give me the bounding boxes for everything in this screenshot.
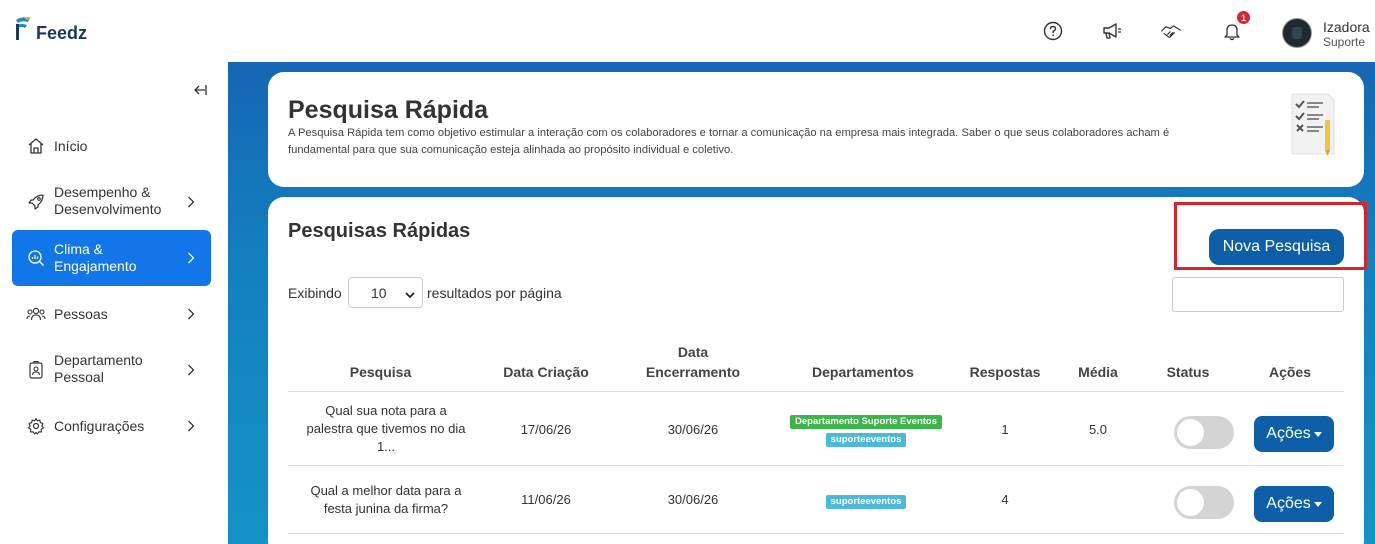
page-size-value: 10 bbox=[371, 284, 387, 301]
row-1-media: 5.0 bbox=[1088, 422, 1108, 437]
row-1-data-encerramento: 30/06/26 bbox=[667, 422, 719, 437]
row-2-data-encerramento: 30/06/26 bbox=[667, 492, 719, 507]
row-1-pesquisa[interactable]: Qual sua nota para a palestra que tivemo… bbox=[288, 402, 484, 456]
row-1-respostas: 1 bbox=[1001, 422, 1009, 437]
sidebar-item-clima[interactable]: Clima & Engajamento bbox=[12, 230, 211, 286]
sidebar-item-label: Departamento Pessoal bbox=[54, 352, 143, 386]
people-icon bbox=[26, 304, 46, 324]
col-label-line-1: Data bbox=[677, 344, 709, 360]
row-2-departamentos: suporteeventos bbox=[768, 493, 964, 509]
notification-badge: 1 bbox=[1237, 11, 1250, 24]
sidebar-item-departamento-pessoal[interactable]: Departamento Pessoal bbox=[12, 352, 211, 388]
actions-label: Ações bbox=[1266, 425, 1311, 442]
department-tag: Departamento Suporte Eventos bbox=[790, 415, 942, 429]
gear-icon bbox=[26, 416, 46, 436]
col-data-criacao[interactable]: Data Criação bbox=[486, 362, 606, 382]
page-title: Pesquisa Rápida bbox=[288, 96, 489, 124]
label-line-2: Engajamento bbox=[54, 258, 137, 274]
department-tag: suporteeventos bbox=[825, 495, 907, 509]
search-input[interactable] bbox=[1172, 277, 1344, 312]
sidebar-item-label: Pessoas bbox=[54, 305, 108, 322]
badge-icon bbox=[26, 360, 46, 380]
main-content: Pesquisa Rápida A Pesquisa Rápida tem co… bbox=[228, 62, 1375, 544]
text-line: Qual a melhor data para a bbox=[310, 483, 462, 498]
col-pesquisa[interactable]: Pesquisa bbox=[318, 362, 443, 382]
chevron-right-icon bbox=[187, 363, 197, 377]
new-survey-button[interactable]: Nova Pesquisa bbox=[1209, 229, 1344, 265]
chevron-down-icon bbox=[405, 287, 415, 303]
status-toggle[interactable] bbox=[1174, 416, 1234, 449]
home-icon bbox=[26, 136, 46, 156]
checklist-icon bbox=[1288, 90, 1338, 163]
avatar[interactable] bbox=[1282, 18, 1312, 48]
text-line: Qual sua nota para a bbox=[325, 403, 447, 418]
col-status[interactable]: Status bbox=[1153, 362, 1223, 382]
sidebar-item-label: Desempenho & Desenvolvimento bbox=[54, 184, 161, 218]
chevron-right-icon bbox=[187, 251, 197, 265]
text-line: palestra que tivemos no dia bbox=[306, 421, 466, 436]
chevron-right-icon bbox=[187, 419, 197, 433]
col-media[interactable]: Média bbox=[1063, 362, 1133, 382]
label-line-2: Desenvolvimento bbox=[54, 201, 162, 217]
intro-card: Pesquisa Rápida A Pesquisa Rápida tem co… bbox=[268, 72, 1364, 187]
row-2-respostas: 4 bbox=[1001, 492, 1009, 507]
section-title: Pesquisas Rápidas bbox=[288, 220, 471, 242]
user-role: Suporte bbox=[1323, 35, 1366, 49]
label-line-1: Departamento bbox=[54, 352, 143, 368]
chevron-right-icon bbox=[187, 195, 197, 209]
row-1-departamentos: Departamento Suporte Eventos suporteeven… bbox=[768, 413, 964, 447]
sidebar-item-configuracoes[interactable]: Configurações bbox=[12, 410, 211, 442]
actions-dropdown-button[interactable]: Ações bbox=[1254, 486, 1334, 522]
sidebar-item-desempenho[interactable]: Desempenho & Desenvolvimento bbox=[12, 184, 211, 220]
collapse-sidebar-icon[interactable] bbox=[192, 82, 208, 98]
showing-label: Exibindo bbox=[288, 285, 342, 301]
user-name[interactable]: Izadora bbox=[1323, 19, 1370, 35]
sidebar-item-inicio[interactable]: Início bbox=[12, 130, 211, 162]
actions-label: Ações bbox=[1266, 495, 1311, 512]
chevron-right-icon bbox=[187, 307, 197, 321]
col-acoes: Ações bbox=[1268, 364, 1312, 380]
bell-icon[interactable]: 1 bbox=[1221, 11, 1250, 42]
actions-dropdown-button[interactable]: Ações bbox=[1254, 416, 1334, 452]
row-2-data-criacao: 11/06/26 bbox=[521, 492, 571, 507]
help-icon[interactable] bbox=[1042, 20, 1064, 42]
label-line-2: Pessoal bbox=[54, 369, 104, 385]
caret-down-icon bbox=[1313, 501, 1322, 507]
sidebar-item-label: Início bbox=[54, 137, 88, 154]
label-line-1: Desempenho & bbox=[54, 184, 151, 200]
feedz-logo-icon bbox=[16, 17, 31, 40]
col-data-encerramento[interactable]: Data Encerramento bbox=[628, 342, 758, 382]
top-bar: Feedz 1 Izadora Suporte bbox=[0, 0, 1375, 62]
sidebar-item-label: Clima & Engajamento bbox=[54, 241, 137, 275]
table-divider bbox=[288, 465, 1344, 466]
sidebar: Início Desempenho & Desenvolvimento Clim… bbox=[0, 62, 228, 544]
col-departamentos[interactable]: Departamentos bbox=[788, 362, 938, 382]
department-tag: suporteeventos bbox=[825, 433, 907, 447]
col-respostas[interactable]: Respostas bbox=[960, 362, 1050, 382]
row-2-pesquisa[interactable]: Qual a melhor data para a festa junina d… bbox=[288, 482, 484, 518]
status-toggle[interactable] bbox=[1174, 486, 1234, 519]
page-description: A Pesquisa Rápida tem como objetivo esti… bbox=[288, 127, 1170, 156]
table-divider bbox=[288, 533, 1344, 534]
per-page-label: resultados por página bbox=[427, 285, 562, 301]
megaphone-icon[interactable] bbox=[1101, 20, 1123, 42]
feedz-logo[interactable]: Feedz bbox=[14, 16, 87, 42]
surveys-card: Pesquisas Rápidas Nova Pesquisa Exibindo… bbox=[268, 197, 1367, 544]
col-label-line-2: Encerramento bbox=[645, 364, 741, 380]
label-line-1: Clima & bbox=[54, 241, 104, 257]
sidebar-item-label: Configurações bbox=[54, 417, 145, 434]
caret-down-icon bbox=[1313, 431, 1322, 437]
handshake-icon[interactable] bbox=[1160, 20, 1182, 42]
search-chart-icon bbox=[26, 248, 46, 268]
rocket-icon bbox=[26, 192, 46, 212]
logo-text: Feedz bbox=[36, 23, 88, 43]
table-divider bbox=[288, 391, 1344, 392]
sidebar-item-pessoas[interactable]: Pessoas bbox=[12, 298, 211, 330]
text-line: festa junina da firma? bbox=[323, 501, 449, 516]
text-line: 1... bbox=[376, 439, 396, 454]
page-size-select[interactable]: 10 bbox=[348, 277, 423, 308]
row-1-data-criacao: 17/06/26 bbox=[520, 422, 572, 437]
